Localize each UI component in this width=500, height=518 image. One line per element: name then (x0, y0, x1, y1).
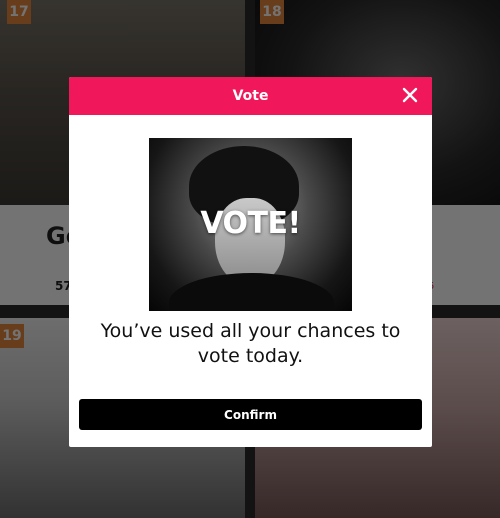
modal-title: Vote (232, 88, 269, 104)
photo-shoulders (169, 273, 334, 311)
vote-modal: Vote VOTE! You’ve used all your chances … (69, 77, 432, 447)
modal-header: Vote (69, 77, 432, 115)
vote-stamp-text: VOTE! (200, 206, 301, 241)
confirm-button[interactable]: Confirm (79, 399, 422, 430)
close-icon[interactable] (400, 85, 420, 105)
artist-photo: VOTE! (149, 138, 352, 311)
vote-limit-message: You’ve used all your chances to vote tod… (100, 320, 401, 367)
